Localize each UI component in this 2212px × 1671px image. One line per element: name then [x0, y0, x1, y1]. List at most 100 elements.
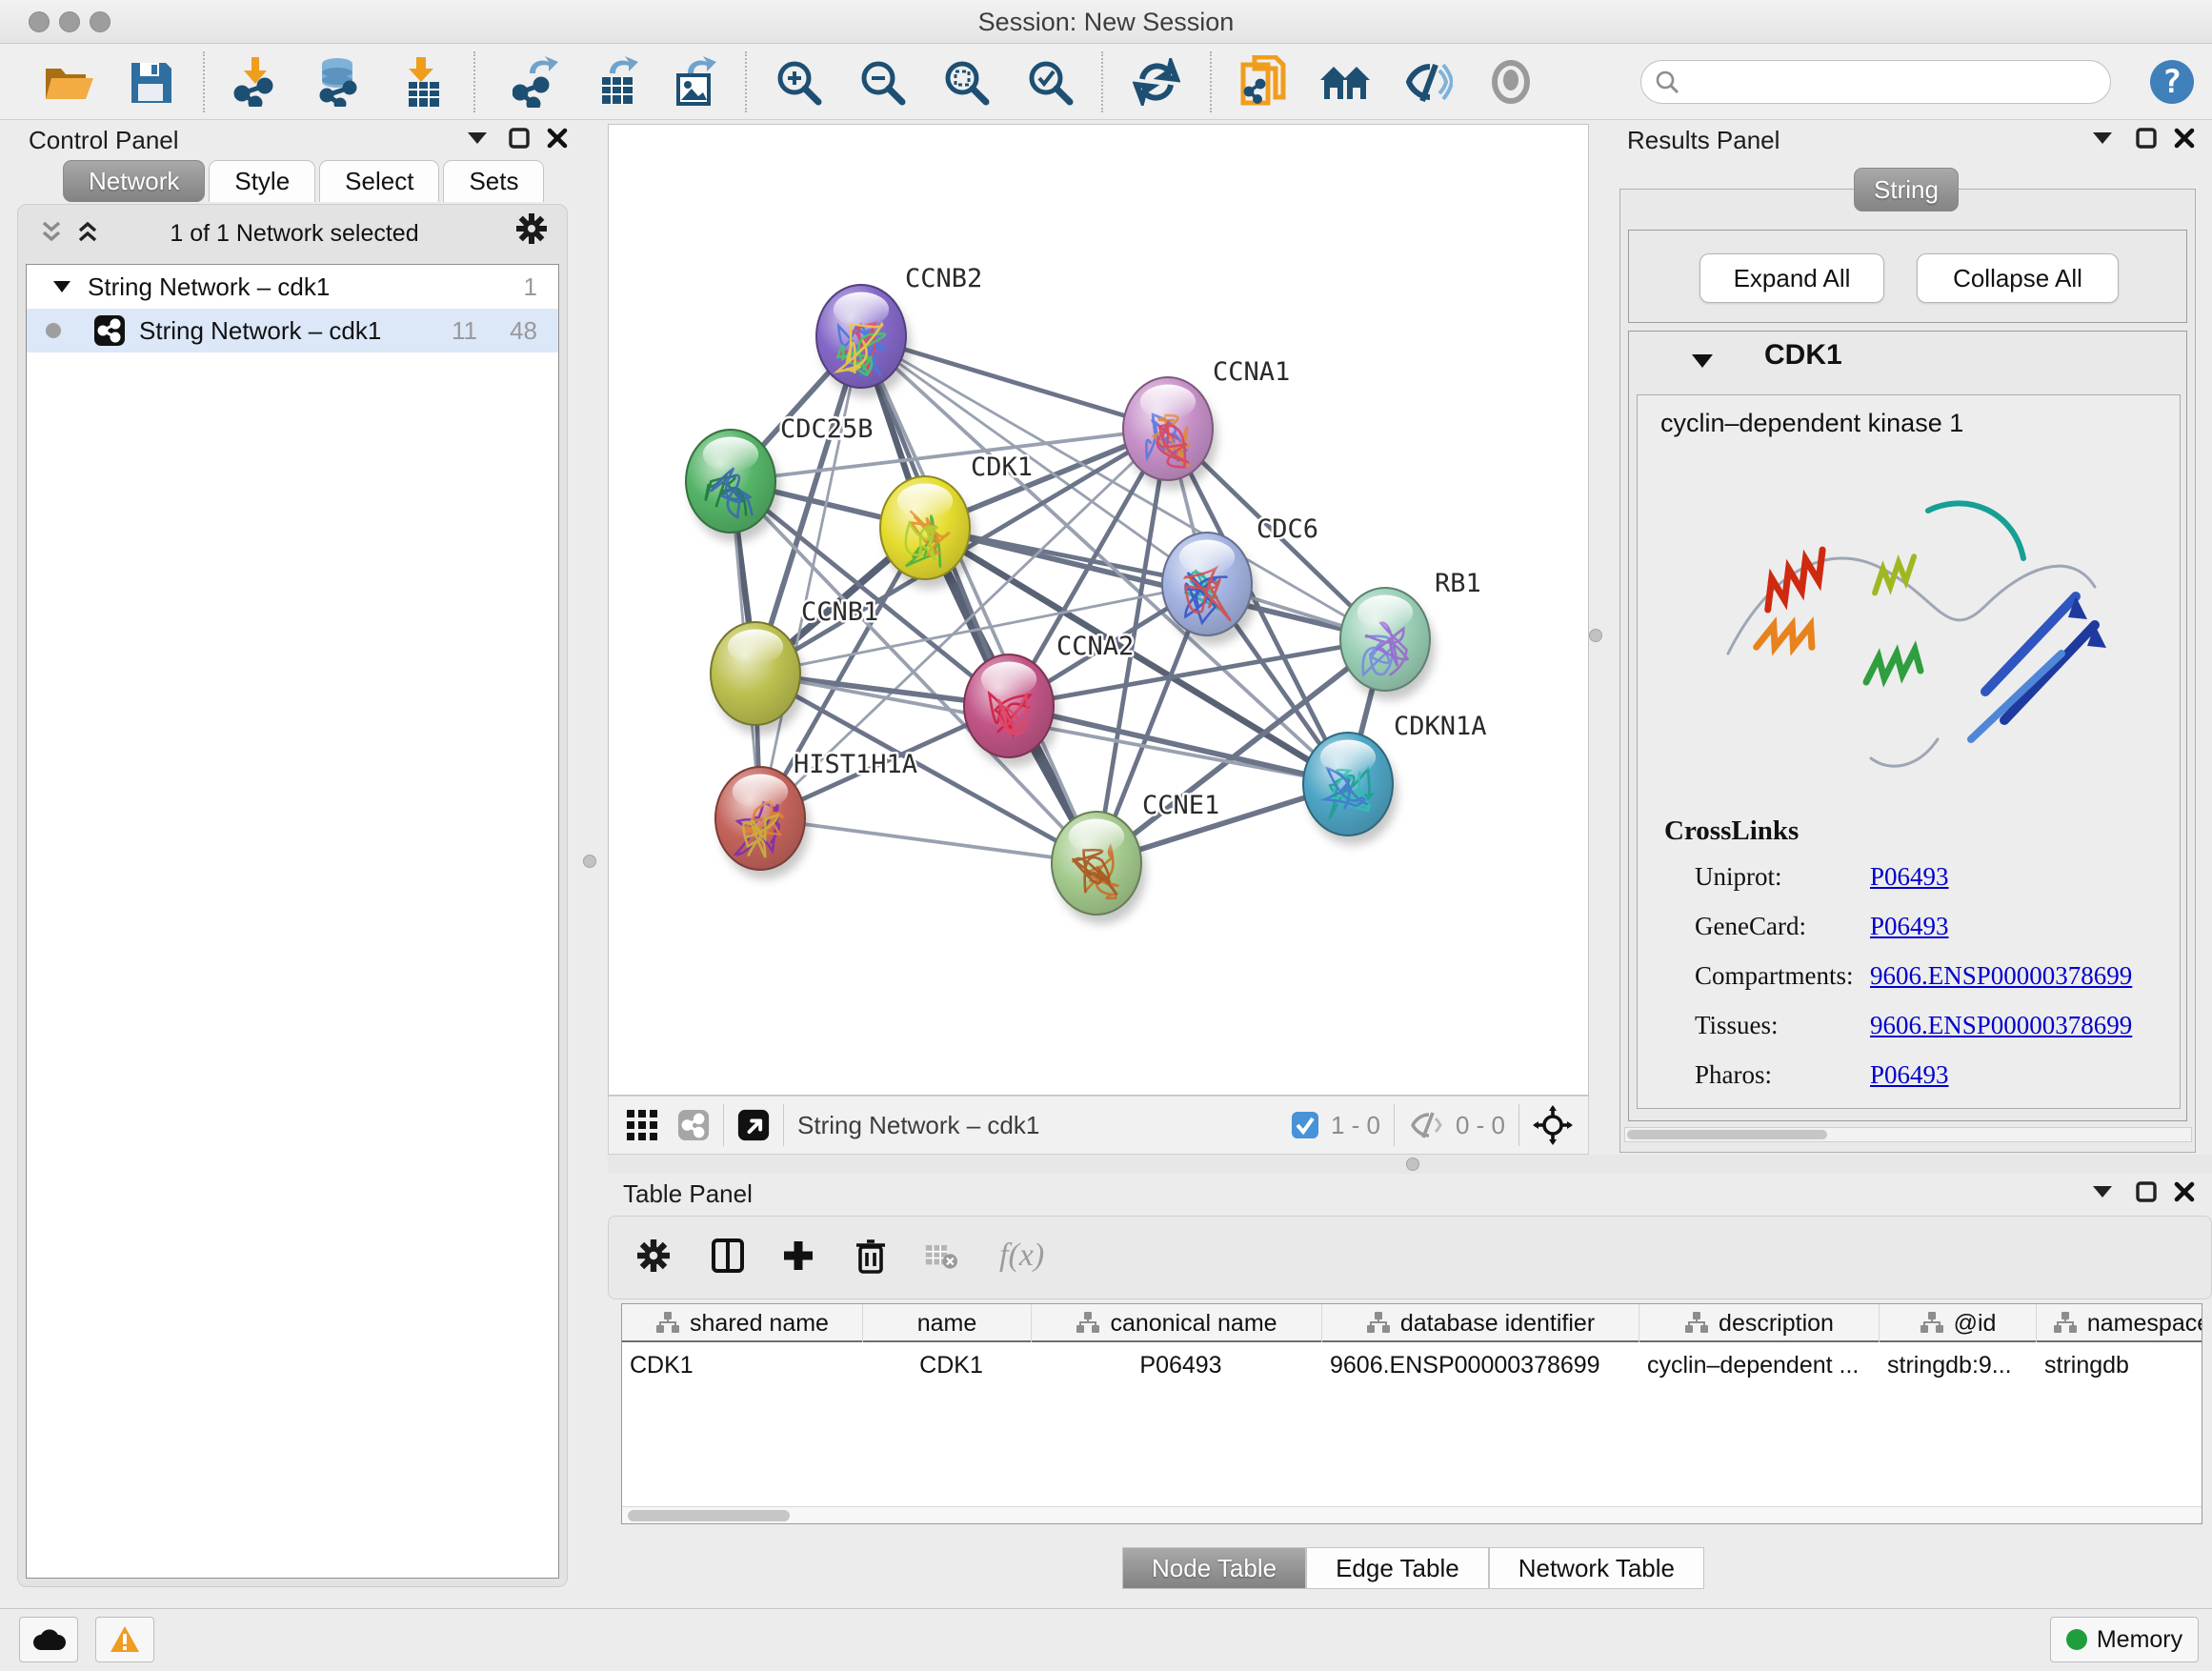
column-header-description[interactable]: description: [1639, 1304, 1880, 1342]
save-session-button[interactable]: [122, 53, 179, 111]
network-options-button[interactable]: [515, 214, 548, 243]
node-CCNB2[interactable]: [816, 285, 911, 397]
node-CDKN1A[interactable]: [1303, 733, 1398, 845]
crosslink-link-genecard-[interactable]: P06493: [1870, 912, 1949, 941]
expand-all-networks-button[interactable]: [71, 218, 104, 247]
left-splitter-handle[interactable]: [583, 855, 596, 868]
expand-all-button[interactable]: Expand All: [1699, 253, 1884, 303]
tab-network[interactable]: Network: [63, 160, 205, 202]
tab-select[interactable]: Select: [319, 160, 439, 202]
export-image-button[interactable]: [667, 53, 724, 111]
network-collection-row[interactable]: String Network – cdk1 1: [27, 265, 558, 309]
panel-menu-button[interactable]: [2086, 1178, 2119, 1206]
column-header--id[interactable]: @id: [1880, 1304, 2037, 1342]
panel-float-button[interactable]: [2130, 124, 2162, 152]
edge-CCNA2-CDKN1A[interactable]: [1009, 706, 1348, 784]
crosslink-link-tissues-[interactable]: 9606.ENSP00000378699: [1870, 1011, 2132, 1040]
table-cell-canonical-name[interactable]: P06493: [1032, 1344, 1322, 1386]
table-row[interactable]: CDK1CDK1P064939606.ENSP00000378699cyclin…: [622, 1344, 2202, 1386]
collapse-all-button[interactable]: Collapse All: [1917, 253, 2119, 303]
export-network-button[interactable]: [507, 53, 564, 111]
panel-close-button[interactable]: [2168, 1178, 2201, 1206]
crosslink-link-uniprot-[interactable]: P06493: [1870, 862, 1949, 892]
column-header-namespace[interactable]: namespace: [2037, 1304, 2202, 1342]
horizontal-splitter[interactable]: [608, 1155, 2212, 1174]
table-horizontal-scrollbar[interactable]: [622, 1506, 2202, 1523]
section-collapse-button[interactable]: [1686, 347, 1719, 375]
column-header-name[interactable]: name: [863, 1304, 1032, 1342]
results-horizontal-scrollbar[interactable]: [1624, 1127, 2192, 1142]
panel-close-button[interactable]: [541, 124, 573, 152]
refresh-view-button[interactable]: [1128, 53, 1185, 111]
node-CCNA1[interactable]: [1123, 377, 1217, 490]
column-header-canonical-name[interactable]: canonical name: [1032, 1304, 1322, 1342]
help-button[interactable]: ?: [2143, 53, 2201, 111]
table-options-button[interactable]: [637, 1241, 670, 1270]
table-cell-shared-name[interactable]: CDK1: [622, 1344, 863, 1386]
hide-unhide-button[interactable]: [1398, 53, 1456, 111]
edge-HIST1H1A-CCNE1[interactable]: [760, 818, 1096, 863]
zoom-in-button[interactable]: [770, 53, 827, 111]
node-RB1[interactable]: [1340, 588, 1435, 700]
table-cell-database-identifier[interactable]: 9606.ENSP00000378699: [1322, 1344, 1639, 1386]
first-neighbors-button[interactable]: [1317, 53, 1374, 111]
panel-menu-button[interactable]: [461, 124, 493, 152]
table-cell-name[interactable]: CDK1: [863, 1344, 1032, 1386]
tab-style[interactable]: Style: [209, 160, 315, 202]
open-session-button[interactable]: [40, 53, 97, 111]
cloud-status-button[interactable]: [19, 1617, 78, 1662]
pan-crosshair-icon[interactable]: [1533, 1105, 1573, 1145]
add-column-button[interactable]: [782, 1241, 814, 1270]
panel-close-button[interactable]: [2168, 124, 2201, 152]
import-table-button[interactable]: [394, 53, 452, 111]
import-network-button[interactable]: [227, 53, 284, 111]
zoom-selected-button[interactable]: [1021, 53, 1078, 111]
export-table-button[interactable]: [591, 53, 648, 111]
node-CDK1[interactable]: [880, 476, 975, 589]
show-columns-button[interactable]: [712, 1241, 744, 1270]
column-header-database-identifier[interactable]: database identifier: [1322, 1304, 1639, 1342]
table-cell-namespace[interactable]: stringdb: [2037, 1344, 2202, 1386]
hidden-eye-icon[interactable]: [1408, 1110, 1446, 1140]
birdseye-view-button[interactable]: [737, 1111, 770, 1139]
column-header-shared-name[interactable]: shared name: [622, 1304, 863, 1342]
edge-CCNB2-CCNE1[interactable]: [861, 336, 1096, 863]
show-grid-button[interactable]: [626, 1111, 658, 1139]
show-all-button[interactable]: [1482, 53, 1539, 111]
function-builder-button[interactable]: f(x): [999, 1238, 1044, 1274]
network-view-share-button[interactable]: [677, 1111, 710, 1139]
node-CCNA2[interactable]: [964, 654, 1058, 767]
node-CCNE1[interactable]: [1052, 812, 1146, 924]
table-cell--id[interactable]: stringdb:9...: [1880, 1344, 2037, 1386]
crosslink-link-pharos-[interactable]: P06493: [1870, 1060, 1949, 1090]
panel-float-button[interactable]: [503, 124, 535, 152]
import-network-from-database-button[interactable]: [309, 53, 366, 111]
edge-CDK1-RB1[interactable]: [925, 528, 1385, 639]
zoom-fit-button[interactable]: [937, 53, 995, 111]
selected-checkbox-icon[interactable]: [1291, 1111, 1319, 1139]
memory-button[interactable]: Memory: [2050, 1617, 2199, 1662]
right-splitter-handle[interactable]: [1589, 629, 1602, 642]
zoom-out-button[interactable]: [854, 53, 911, 111]
node-CDC25B[interactable]: [686, 430, 780, 542]
delete-column-button[interactable]: [855, 1241, 887, 1270]
network-view-canvas[interactable]: CCNB2CCNA1CDC25BCDK1CDC6RB1CCNB1CCNA2CDK…: [608, 124, 1589, 1096]
warnings-button[interactable]: [95, 1617, 154, 1662]
search-input[interactable]: [1679, 68, 2080, 96]
tab-network-table[interactable]: Network Table: [1489, 1547, 1704, 1589]
string-network-graph[interactable]: CCNB2CCNA1CDC25BCDK1CDC6RB1CCNB1CCNA2CDK…: [609, 125, 1588, 1095]
panel-menu-button[interactable]: [2086, 124, 2119, 152]
tab-sets[interactable]: Sets: [443, 160, 544, 202]
table-cell-description[interactable]: cyclin–dependent ...: [1639, 1344, 1880, 1386]
collapse-all-networks-button[interactable]: [35, 218, 68, 247]
tab-node-table[interactable]: Node Table: [1122, 1547, 1306, 1589]
network-row-selected[interactable]: String Network – cdk1 11 48: [27, 309, 558, 352]
scrollbar-thumb[interactable]: [1627, 1130, 1827, 1139]
clone-network-button[interactable]: [1235, 53, 1292, 111]
delete-table-button[interactable]: [925, 1241, 957, 1270]
panel-float-button[interactable]: [2130, 1178, 2162, 1206]
tab-edge-table[interactable]: Edge Table: [1306, 1547, 1489, 1589]
scrollbar-thumb[interactable]: [628, 1510, 790, 1521]
splitter-handle-dot[interactable]: [1406, 1158, 1419, 1171]
edge-CCNB2-HIST1H1A[interactable]: [760, 336, 861, 818]
